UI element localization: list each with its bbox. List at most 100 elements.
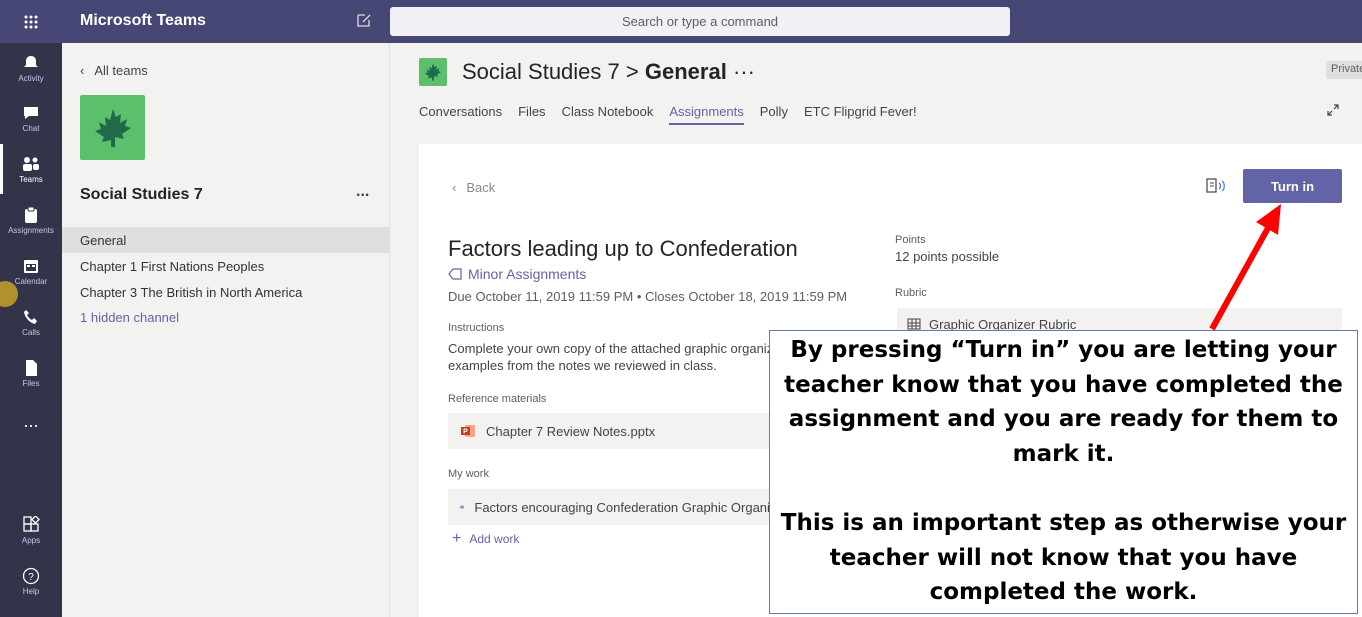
immersive-reader-icon[interactable]	[1206, 177, 1228, 200]
channel-tabs: Conversations Files Class Notebook Assig…	[419, 104, 917, 125]
all-teams-link[interactable]: ‹ All teams	[80, 63, 148, 78]
annotation-line: completed the work.	[929, 579, 1198, 605]
rubric-heading: Rubric	[895, 287, 927, 299]
annotation-line: This is an important step as otherwise y…	[780, 510, 1347, 536]
plus-icon: +	[452, 530, 462, 547]
rail-label: Calendar	[14, 276, 48, 286]
rail-label: Help	[22, 586, 40, 596]
search-input[interactable]: Search or type a command	[390, 7, 1010, 36]
rail-help[interactable]: ? Help	[0, 556, 62, 606]
rail-assignments[interactable]: Assignments	[0, 195, 62, 245]
rail-label: Files	[22, 378, 40, 388]
team-avatar	[80, 95, 145, 160]
rail-label: Activity	[18, 73, 44, 83]
bell-icon	[24, 55, 38, 69]
all-teams-label: All teams	[94, 63, 148, 78]
annotation-line: mark it.	[1012, 440, 1115, 467]
points-heading: Points	[895, 234, 926, 246]
channel-item-chapter-1[interactable]: Chapter 1 First Nations Peoples	[62, 253, 390, 279]
compose-icon[interactable]	[356, 12, 372, 33]
rail-files[interactable]: Files	[0, 348, 62, 398]
points-value: 12 points possible	[895, 249, 1000, 264]
rail-apps[interactable]: Apps	[0, 505, 62, 555]
top-bar: Microsoft Teams Search or type a command	[0, 0, 1362, 43]
maple-leaf-icon	[94, 108, 131, 147]
expand-icon[interactable]	[1326, 103, 1340, 122]
tab-conversations[interactable]: Conversations	[419, 104, 502, 125]
tab-assignments[interactable]: Assignments	[669, 104, 744, 125]
word-icon: W	[460, 505, 465, 509]
app-launcher-icon[interactable]	[0, 0, 62, 43]
teams-icon	[23, 156, 39, 171]
app-title: Microsoft Teams	[80, 12, 206, 29]
chat-icon	[24, 106, 38, 119]
header-channel-name: General	[644, 59, 727, 84]
svg-text:?: ?	[28, 572, 34, 583]
add-work-button[interactable]: + Add work	[452, 530, 519, 548]
apps-icon	[23, 515, 40, 532]
svg-text:W: W	[461, 507, 463, 509]
tag-icon	[448, 268, 462, 280]
phone-icon	[24, 309, 37, 324]
svg-text:P: P	[463, 429, 468, 436]
app-rail: Activity Chat Teams Assignments Calendar…	[0, 43, 62, 617]
annotation-line: teacher know that you have completed the	[784, 371, 1343, 398]
annotation-line: assignment and you are ready for them to	[788, 406, 1339, 432]
grid-icon	[907, 318, 921, 330]
chevron-left-icon: ‹	[452, 180, 457, 195]
channel-team-avatar	[419, 58, 447, 86]
rail-teams[interactable]: Teams	[0, 144, 62, 194]
hidden-channels-link[interactable]: 1 hidden channel	[62, 304, 390, 330]
my-work-file-name: Factors encouraging Confederation Graphi…	[474, 499, 788, 515]
rail-label: Teams	[19, 174, 43, 184]
header-team-name: Social Studies 7	[462, 59, 620, 84]
tab-polly[interactable]: Polly	[760, 104, 788, 125]
tab-class-notebook[interactable]: Class Notebook	[562, 104, 654, 125]
rail-label: Chat	[22, 123, 40, 133]
maple-leaf-icon	[424, 63, 442, 81]
reference-materials-heading: Reference materials	[448, 393, 547, 405]
turn-in-button[interactable]: Turn in	[1243, 169, 1342, 203]
search-placeholder: Search or type a command	[621, 14, 779, 29]
header-separator: >	[625, 59, 639, 84]
instructions-line: examples from the notes we reviewed in c…	[448, 358, 717, 373]
instructions-line: Complete your own copy of the attached g…	[448, 341, 778, 356]
rail-label: Assignments	[8, 225, 54, 235]
rail-label: Calls	[22, 327, 40, 337]
header-more-icon[interactable]: ···	[733, 59, 755, 84]
teams-panel: ‹ All teams Social Studies 7 ... General…	[62, 43, 390, 617]
reference-file[interactable]: P Chapter 7 Review Notes.pptx	[448, 413, 788, 449]
add-work-label: Add work	[469, 532, 520, 546]
team-name: Social Studies 7	[80, 186, 203, 203]
chevron-left-icon: ‹	[80, 63, 85, 78]
category-label: Minor Assignments	[468, 266, 587, 282]
channel-item-chapter-3[interactable]: Chapter 3 The British in North America	[62, 279, 390, 305]
assignment-title: Factors leading up to Confederation	[448, 236, 798, 261]
tab-flipgrid[interactable]: ETC Flipgrid Fever!	[804, 104, 917, 125]
annotation-line: teacher will not know that you have	[829, 544, 1298, 571]
instructions-text: Complete your own copy of the attached g…	[448, 340, 778, 374]
back-label: Back	[466, 180, 496, 195]
channel-item-general[interactable]: General	[62, 227, 390, 253]
privacy-badge: Private	[1326, 61, 1362, 79]
team-more-icon[interactable]: ...	[356, 183, 369, 201]
rail-label: Apps	[21, 535, 41, 545]
rail-chat[interactable]: Chat	[0, 93, 62, 143]
annotation-callout: By pressing “Turn in” you are letting yo…	[769, 330, 1358, 614]
annotation-line: By pressing “Turn in” you are letting yo…	[790, 337, 1337, 363]
channel-header-title: Social Studies 7 > General ···	[462, 59, 755, 85]
reference-file-name: Chapter 7 Review Notes.pptx	[486, 423, 656, 439]
assignments-icon	[25, 206, 37, 223]
powerpoint-icon: P	[461, 425, 475, 437]
tab-files[interactable]: Files	[518, 104, 545, 125]
rail-activity[interactable]: Activity	[0, 43, 62, 93]
my-work-file[interactable]: W Factors encouraging Confederation Grap…	[448, 489, 788, 525]
back-button[interactable]: ‹ Back	[452, 180, 495, 195]
rail-more-icon[interactable]: ...	[0, 411, 62, 432]
instructions-heading: Instructions	[448, 322, 505, 334]
assignment-category[interactable]: Minor Assignments	[448, 266, 586, 282]
help-icon: ?	[22, 567, 40, 584]
assignment-dates: Due October 11, 2019 11:59 PM • Closes O…	[448, 289, 848, 304]
files-icon	[26, 359, 37, 376]
my-work-heading: My work	[448, 468, 489, 480]
